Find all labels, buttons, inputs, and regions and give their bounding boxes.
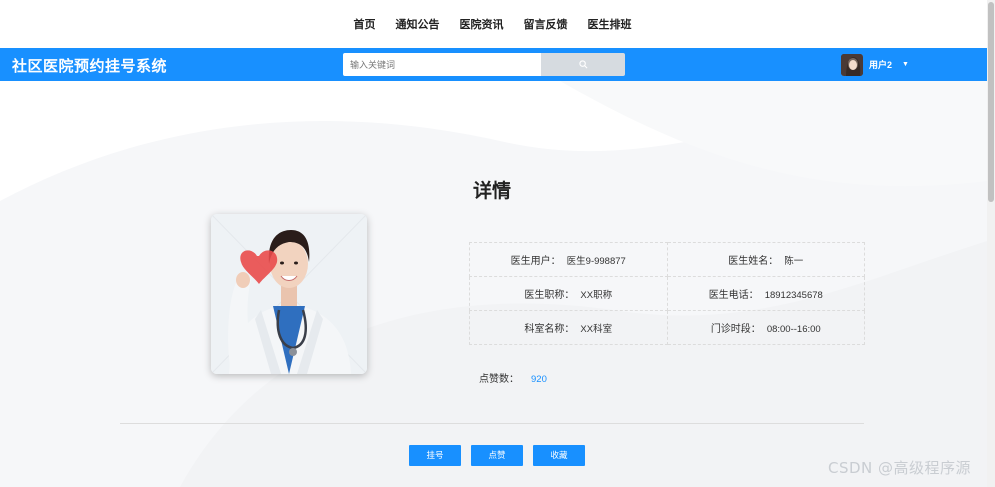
doctor-info-table: 医生用户： 医生9-998877 医生姓名： 陈一 医生职称： XX职称 医生电话： 1… (469, 242, 865, 345)
search-input[interactable] (343, 53, 541, 76)
doctor-title-value: XX职称 (580, 290, 613, 301)
table-cell: 医生电话： 18912345678 (666, 276, 865, 311)
nav-schedule[interactable]: 医生排班 (586, 16, 634, 32)
page-title: 详情 (472, 181, 511, 202)
username: 用户2 (869, 60, 893, 70)
doctor-photo (211, 214, 367, 374)
divider (120, 423, 864, 424)
nav-notice[interactable]: 通知公告 (394, 16, 442, 32)
department-value: XX科室 (580, 324, 613, 335)
register-button[interactable]: 挂号 (409, 445, 461, 466)
table-row: 医生职称： XX职称 医生电话： 18912345678 (469, 276, 865, 311)
watermark: CSDN @高级程序源 (828, 459, 972, 477)
table-cell: 医生用户： 医生9-998877 (469, 242, 668, 277)
likes-label: 点赞数： (479, 374, 519, 385)
doctor-account-value: 医生9-998877 (566, 256, 626, 267)
doctor-name-value: 陈一 (784, 256, 804, 267)
table-cell: 医生职称： XX职称 (469, 276, 668, 311)
nav-news[interactable]: 医院资讯 (458, 16, 506, 32)
doctor-title-label: 医生职称： (524, 290, 575, 301)
clinic-hours-label: 门诊时段： (710, 324, 761, 335)
header-bar: 社区医院预约挂号系统 用户2 ▼ (0, 48, 987, 81)
nav-feedback[interactable]: 留言反馈 (522, 16, 570, 32)
caret-down-icon: ▼ (902, 61, 909, 68)
scrollbar[interactable] (987, 0, 995, 487)
likes-row: 点赞数： 920 (479, 370, 547, 385)
table-cell: 医生姓名： 陈一 (666, 242, 865, 277)
favorite-button[interactable]: 收藏 (533, 445, 585, 466)
doctor-name-label: 医生姓名： (728, 256, 779, 267)
likes-count: 920 (531, 374, 547, 385)
user-menu[interactable]: 用户2 ▼ (841, 51, 909, 78)
search-icon (578, 56, 588, 74)
department-label: 科室名称： (524, 324, 575, 335)
table-row: 医生用户： 医生9-998877 医生姓名： 陈一 (469, 242, 865, 277)
scroll-thumb[interactable] (988, 2, 994, 202)
site-title: 社区医院预约挂号系统 (12, 58, 168, 75)
avatar (841, 53, 863, 76)
table-cell: 科室名称： XX科室 (469, 310, 668, 345)
nav-home[interactable]: 首页 (352, 16, 378, 32)
doctor-phone-value: 18912345678 (764, 290, 823, 301)
doctor-account-label: 医生用户： (510, 256, 561, 267)
table-cell: 门诊时段： 08:00--16:00 (666, 310, 865, 345)
table-row: 科室名称： XX科室 门诊时段： 08:00--16:00 (469, 310, 865, 345)
doctor-phone-label: 医生电话： (708, 290, 759, 301)
search-button[interactable] (541, 53, 625, 76)
clinic-hours-value: 08:00--16:00 (766, 324, 821, 335)
top-navigation: 首页 通知公告 医院资讯 留言反馈 医生排班 (0, 0, 985, 48)
like-button[interactable]: 点赞 (471, 445, 523, 466)
